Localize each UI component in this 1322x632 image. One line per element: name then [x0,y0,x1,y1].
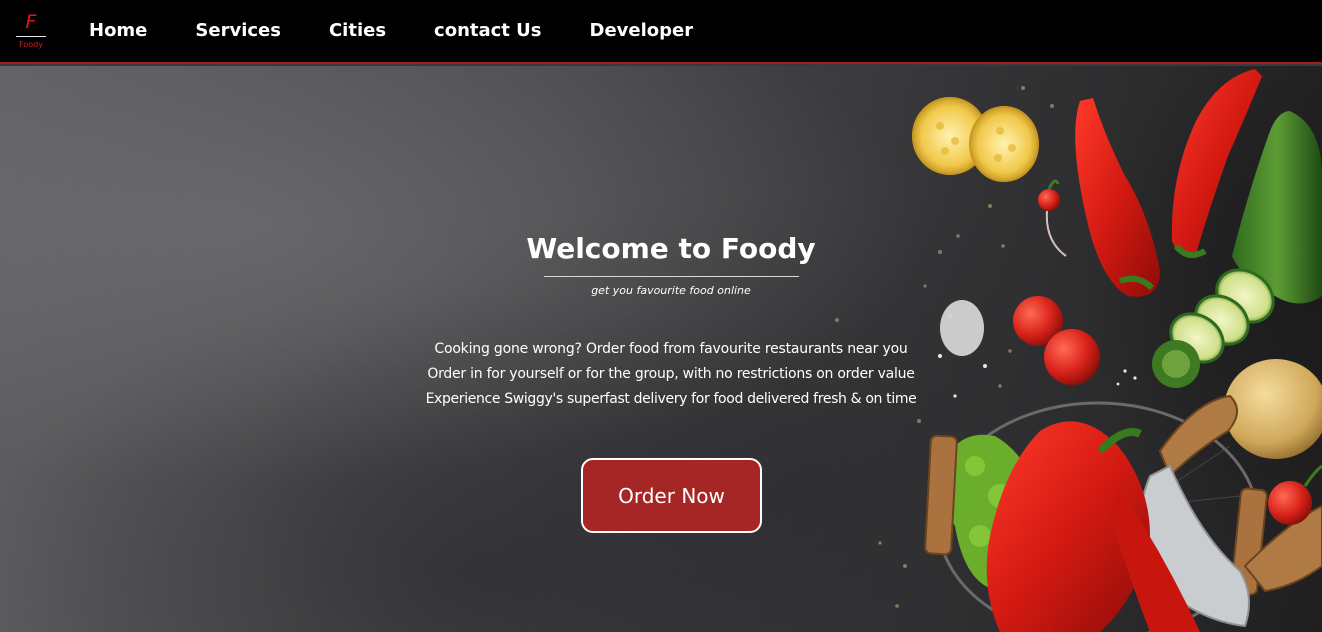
hero-description-line: Order in for yourself or for the group, … [427,366,915,382]
hero-description: Cooking gone wrong? Order food from favo… [0,337,1322,412]
nav-services-link[interactable]: Services [195,20,281,42]
top-navbar: F Foody Home Services Cities contact Us … [0,0,1322,64]
nav-contact-link[interactable]: contact Us [434,20,541,42]
title-underline [544,276,799,277]
hero-description-line: Cooking gone wrong? Order food from favo… [434,341,908,357]
foody-logo[interactable]: F Foody [15,12,47,50]
nav-cities-link[interactable]: Cities [329,20,386,42]
nav-developer-link[interactable]: Developer [590,20,694,42]
nav-home-link[interactable]: Home [89,20,147,42]
logo-wordmark: Foody [19,40,43,49]
hero-section: Welcome to Foody get you favourite food … [0,66,1322,632]
hero-subtitle: get you favourite food online [591,284,751,297]
order-now-button[interactable]: Order Now [581,458,762,533]
hero-title: Welcome to Foody [526,232,816,265]
hero-description-line: Experience Swiggy's superfast delivery f… [425,391,917,407]
logo-divider [16,36,46,37]
logo-letter: F [25,11,37,33]
